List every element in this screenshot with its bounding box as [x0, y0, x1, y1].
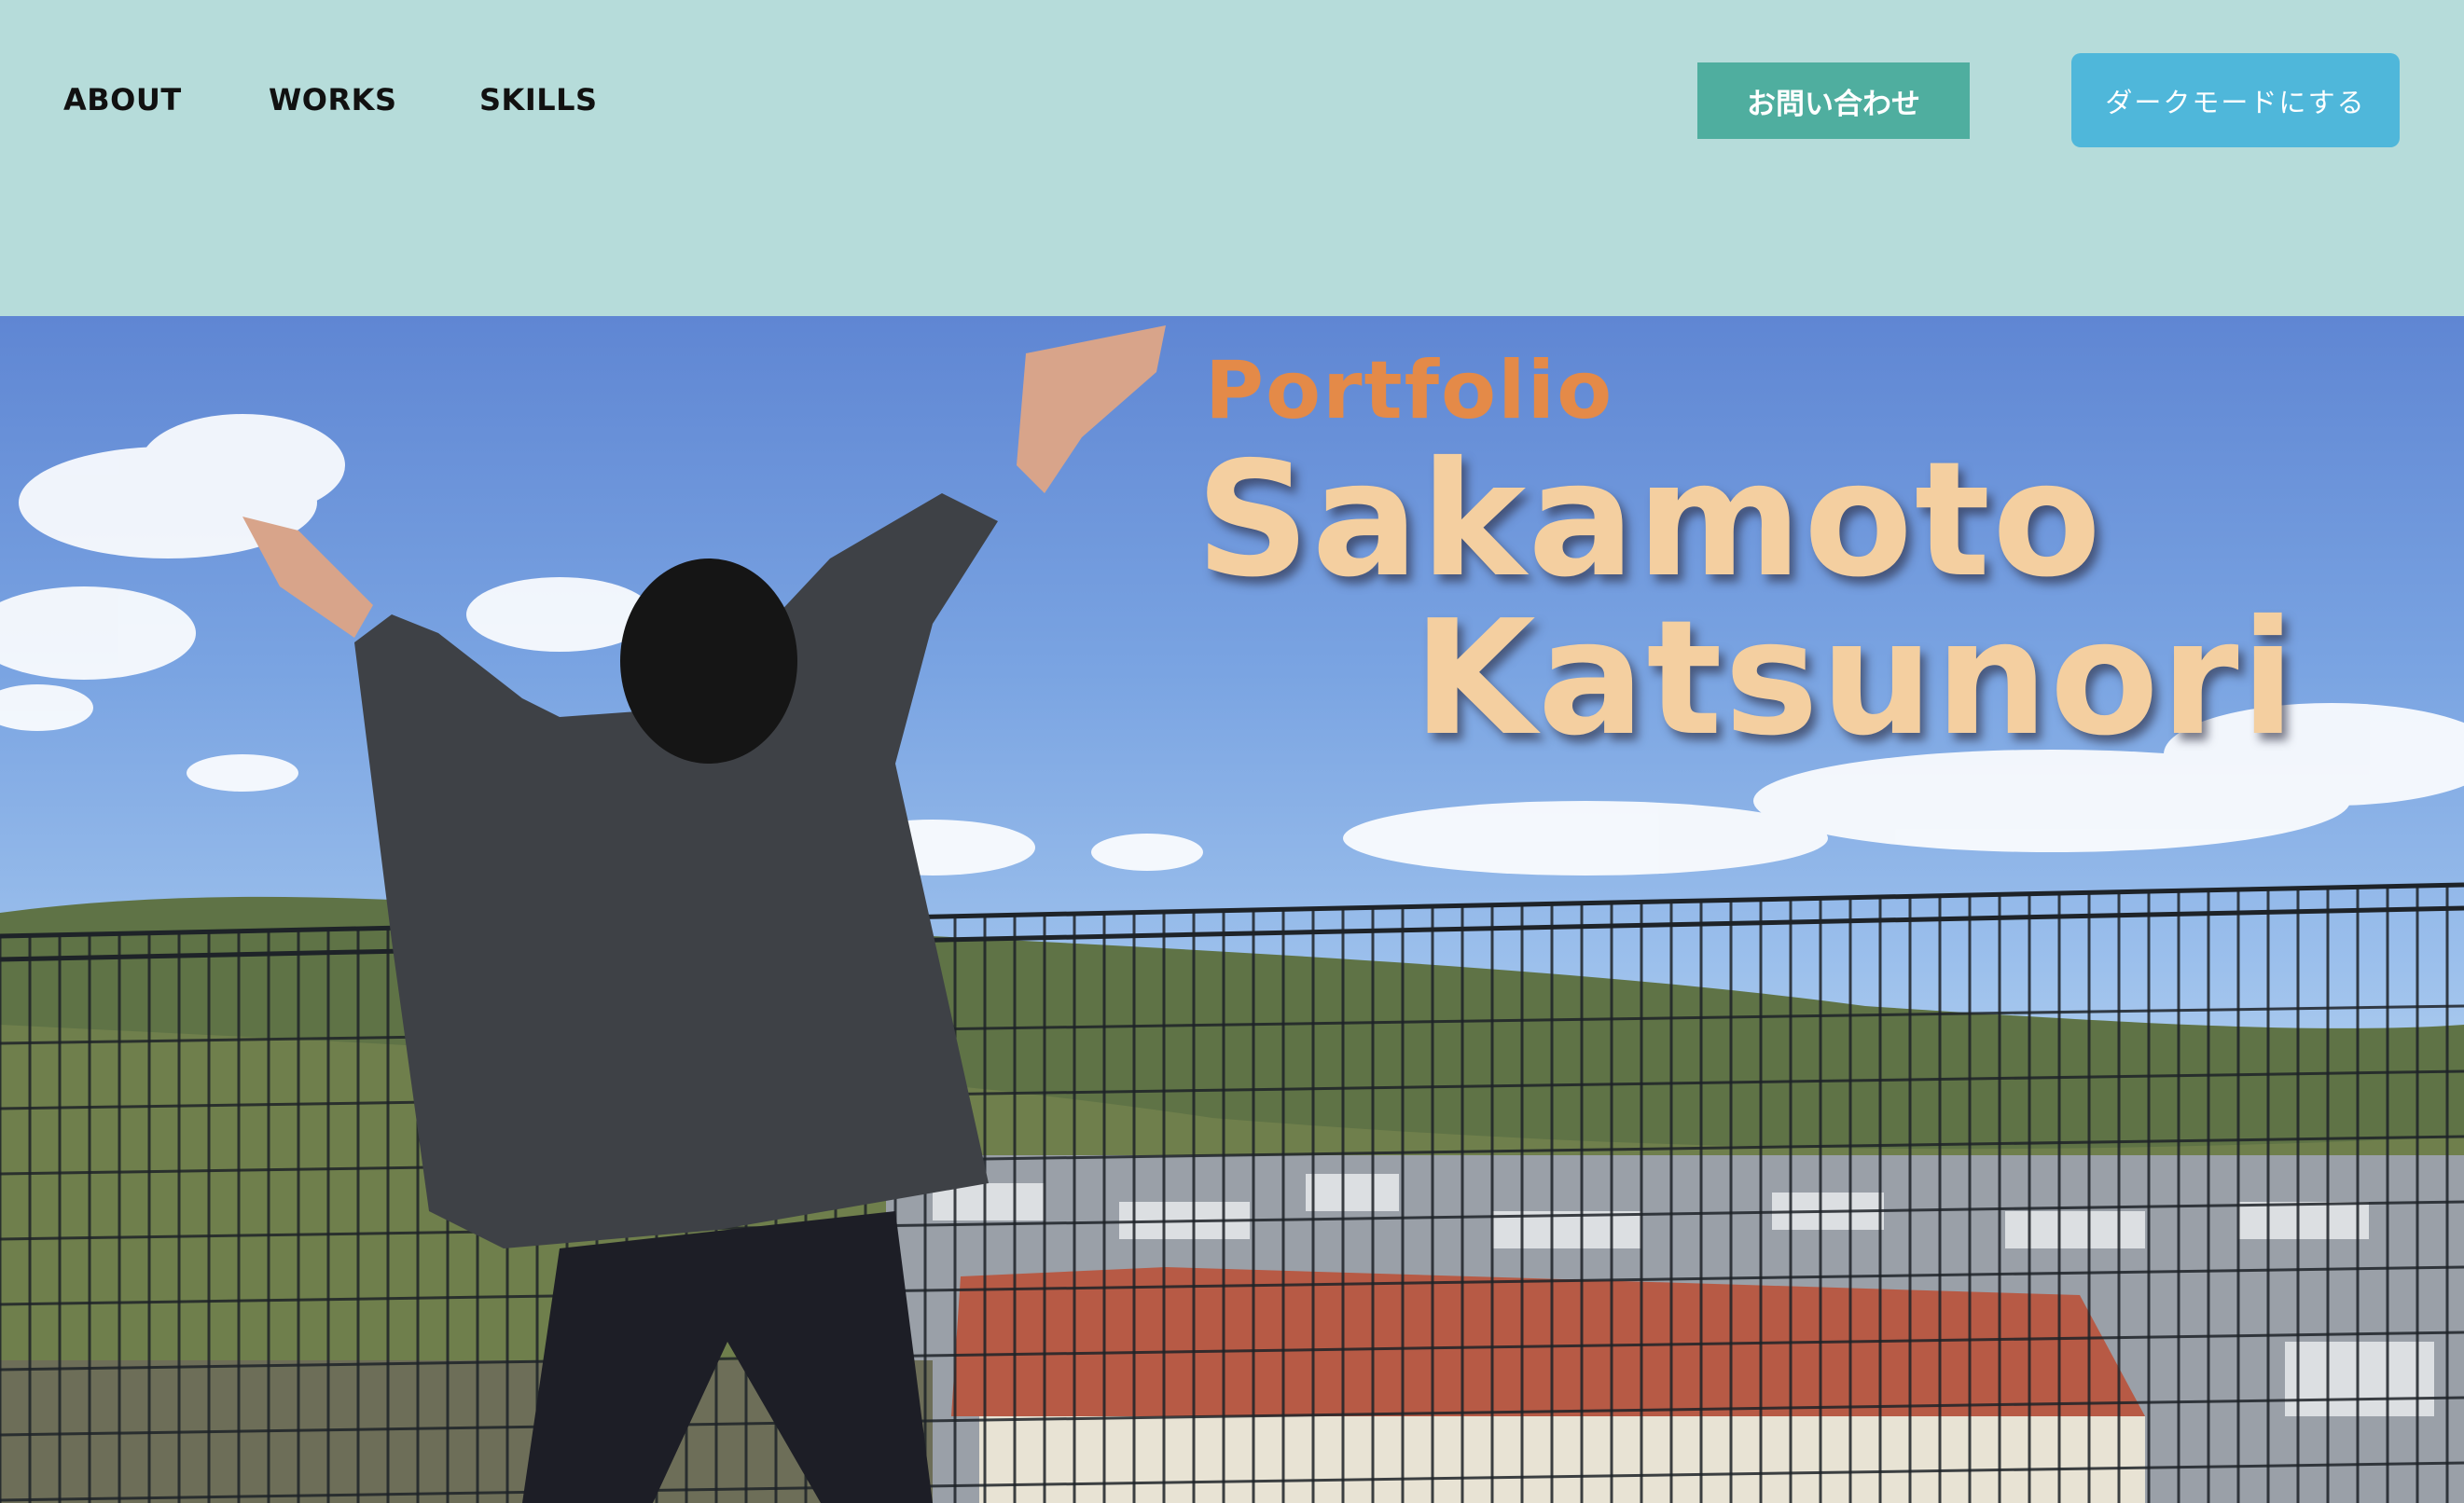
- hero-portfolio-label: Portfolio: [1205, 344, 1614, 437]
- nav-works-link[interactable]: WORKS: [269, 82, 396, 117]
- nav-about-link[interactable]: ABOUT: [63, 82, 182, 117]
- contact-button[interactable]: お問い合わせ: [1697, 62, 1970, 139]
- hero-name-line1: Sakamoto: [1196, 428, 2103, 613]
- site-header: ABOUT WORKS SKILLS お問い合わせ ダークモードにする: [0, 0, 2464, 316]
- nav-skills-link[interactable]: SKILLS: [479, 82, 598, 117]
- hero-image: Portfolio Sakamoto Katsunori: [0, 316, 2464, 1503]
- hero-name-line2: Katsunori: [1413, 586, 2297, 771]
- dark-mode-button[interactable]: ダークモードにする: [2071, 53, 2400, 147]
